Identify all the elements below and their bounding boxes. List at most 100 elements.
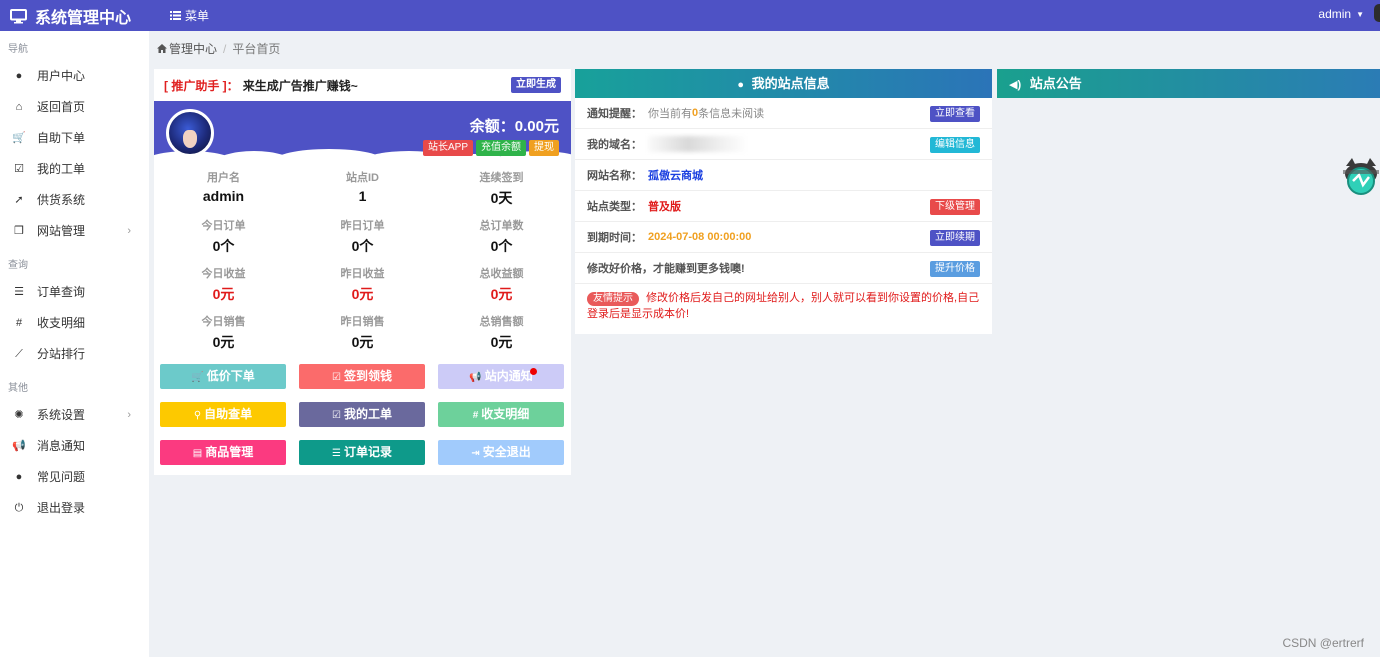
menu-toggle-button[interactable]: 菜单: [170, 7, 209, 24]
quick-action-button[interactable]: ▤ 商品管理: [160, 440, 286, 465]
site-info-header: ● 我的站点信息: [575, 69, 992, 98]
stat-item: 站点ID 1: [293, 169, 432, 217]
mascot-cat-icon[interactable]: [1342, 156, 1380, 196]
site-type-row: 站点类型： 普及版 下级管理: [575, 191, 992, 222]
domain-key: 我的域名：: [587, 139, 642, 151]
notice-key: 通知提醒：: [587, 108, 642, 120]
quick-action-button[interactable]: ☰ 订单记录: [299, 440, 425, 465]
user-dropdown[interactable]: admin ▼: [1318, 7, 1364, 21]
sidebar-item-label: 退出登录: [37, 501, 86, 515]
stat-label: 昨日收益: [340, 268, 385, 280]
sidebar-item[interactable]: ✺ 系统设置 ›: [0, 400, 149, 431]
menu-label: 菜单: [185, 9, 210, 23]
sidebar-item[interactable]: 📢 消息通知: [0, 431, 149, 462]
promo-bar: [ 推广助手 ] ： 来生成广告推广赚钱~ 立即生成: [154, 69, 571, 101]
stat-item: 今日销售 0元: [154, 313, 293, 361]
sub-manage-button[interactable]: 下级管理: [930, 199, 980, 215]
quick-action-button[interactable]: ☑ 签到领钱: [299, 364, 425, 389]
sidebar: 导航 ● 用户中心 ⌂ 返回首页 🛒 自助下单 ☑ 我的工单 ➚ 供货系统 ❒ 网站管理 › 查询 ☰ 订单查询…: [0, 31, 149, 657]
stat-item: 今日收益 0元: [154, 265, 293, 313]
stat-label: 连续签到: [479, 172, 524, 184]
stat-item: 总订单数 0个: [432, 217, 571, 265]
user-icon: ●: [15, 70, 23, 82]
quick-action-button[interactable]: ⚲ 自助查单: [160, 402, 286, 427]
expire-key: 到期时间：: [587, 232, 642, 244]
sidebar-item[interactable]: ❒ 网站管理 ›: [0, 216, 149, 247]
warning-badge: 友情提示: [587, 292, 639, 306]
quick-action-label: 低价下单: [206, 369, 255, 383]
sidebar-item[interactable]: ➚ 供货系统: [0, 185, 149, 216]
quick-action-button[interactable]: 🛒 低价下单: [160, 364, 286, 389]
stat-value: 0天: [490, 190, 513, 206]
top-navbar: 系统管理中心 菜单 admin ▼: [0, 0, 1380, 31]
stats-grid: 用户名 admin 站点ID 1 连续签到 0天 今日订单 0个 昨日订单 0个 总订单数 0个 今日收…: [154, 163, 571, 361]
profile-action-button[interactable]: 站长APP: [422, 140, 473, 156]
sidebar-item-label: 网站管理: [37, 224, 86, 238]
sidebar-item[interactable]: ☰ 订单查询: [0, 277, 149, 308]
watermark: CSDN @ertrerf: [1282, 636, 1364, 650]
profile-action-button[interactable]: 充值余额: [476, 140, 526, 156]
stat-label: 今日收益: [201, 268, 246, 280]
sidebar-item-label: 消息通知: [37, 439, 86, 453]
sidebar-item[interactable]: # 收支明细: [0, 308, 149, 339]
breadcrumb-root[interactable]: 管理中心: [157, 40, 217, 57]
stat-item: 昨日订单 0个: [293, 217, 432, 265]
raise-price-button[interactable]: 提升价格: [930, 261, 980, 277]
sidebar-item-label: 供货系统: [37, 193, 86, 207]
stat-value: 0元: [351, 286, 374, 302]
quick-action-button[interactable]: # 收支明细: [438, 402, 564, 427]
site-name-key: 网站名称：: [587, 170, 642, 182]
hash-icon: #: [472, 410, 479, 421]
promo-colon: ：: [226, 78, 239, 93]
stat-item: 总收益额 0元: [432, 265, 571, 313]
stat-label: 今日销售: [201, 316, 246, 328]
sidebar-item[interactable]: ⌂ 返回首页: [0, 92, 149, 123]
quick-action-label: 安全退出: [482, 445, 531, 459]
quick-action-button[interactable]: ☑ 我的工单: [299, 402, 425, 427]
stat-value: 0元: [212, 334, 235, 350]
site-info-title: 我的站点信息: [751, 76, 830, 91]
sidebar-item[interactable]: ⟋ 分站排行: [0, 339, 149, 370]
quick-action-label: 签到领钱: [343, 369, 392, 383]
quick-action-button[interactable]: 📢 站内通知: [438, 364, 564, 389]
stat-item: 总销售额 0元: [432, 313, 571, 361]
caret-down-icon: ▼: [1356, 9, 1364, 19]
brand[interactable]: 系统管理中心: [10, 4, 131, 28]
profile-action-button[interactable]: 提现: [529, 140, 559, 156]
power-icon: ⏻: [14, 502, 24, 514]
cart-icon: 🛒: [12, 132, 26, 144]
announcement-panel: ◀) 站点公告: [997, 69, 1380, 98]
list-icon: [170, 11, 181, 20]
bullhorn-icon: 📢: [469, 372, 482, 383]
sidebar-item[interactable]: ● 用户中心: [0, 61, 149, 92]
sidebar-item[interactable]: 🛒 自助下单: [0, 123, 149, 154]
line-chart-icon: ⟋: [15, 348, 23, 360]
rebel-icon: ✺: [14, 409, 24, 421]
home-icon: ⌂: [15, 101, 23, 113]
sidebar-item-label: 订单查询: [37, 285, 86, 299]
sidebar-section-title: 其他: [8, 383, 28, 394]
desktop-icon: [10, 8, 27, 23]
stat-value: 1: [358, 188, 367, 204]
stat-value: 0元: [490, 286, 513, 302]
balance-text: 余额：0.00元: [469, 118, 559, 135]
avatar[interactable]: [166, 109, 214, 157]
stat-value: 0元: [490, 334, 513, 350]
checkbox-icon: ☑: [332, 372, 341, 383]
site-type-value: 普及版: [648, 201, 681, 213]
promo-text: 来生成广告推广赚钱~: [242, 78, 358, 93]
edit-info-button[interactable]: 编辑信息: [930, 137, 980, 153]
stat-value: 0个: [212, 238, 235, 254]
sidebar-item[interactable]: ⏻ 退出登录: [0, 493, 149, 524]
stat-value: 0个: [351, 238, 374, 254]
sidebar-item[interactable]: ● 常见问题: [0, 462, 149, 493]
checkbox-icon: ☑: [332, 410, 341, 421]
promo-tag: [ 推广助手 ]: [164, 78, 227, 93]
user-avatar[interactable]: [1374, 4, 1380, 22]
renew-now-button[interactable]: 立即续期: [930, 230, 980, 246]
quick-action-button[interactable]: ⇥ 安全退出: [438, 440, 564, 465]
generate-now-button[interactable]: 立即生成: [511, 77, 561, 93]
sidebar-item[interactable]: ☑ 我的工单: [0, 154, 149, 185]
user-dashboard-panel: [ 推广助手 ] ： 来生成广告推广赚钱~ 立即生成 余额：0.00元 站长AP…: [154, 69, 571, 475]
view-now-button[interactable]: 立即查看: [930, 106, 980, 122]
